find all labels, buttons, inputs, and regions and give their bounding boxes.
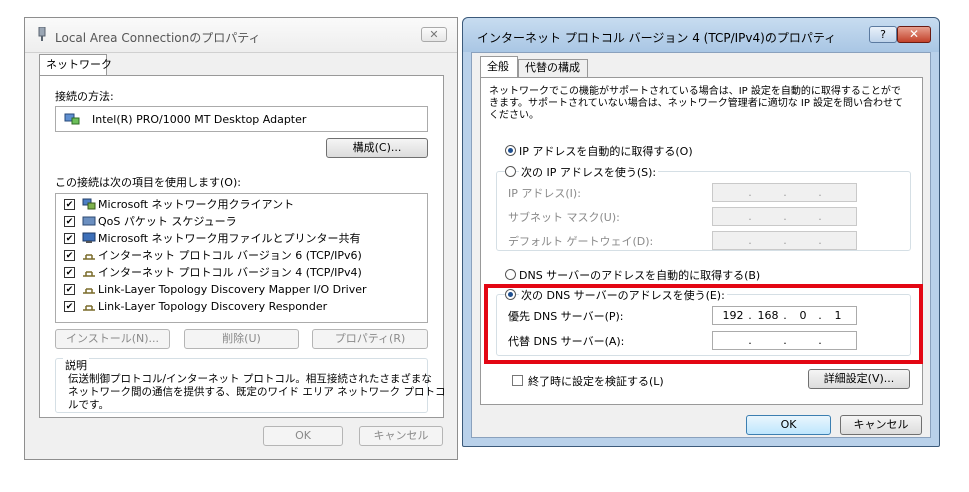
tab-general[interactable]: 全般 (480, 56, 518, 78)
ipv4-client-area: 全般 代替の構成 ネットワークでこの機能がサポートされている場合は、IP 設定を… (471, 52, 931, 438)
item-label: インターネット プロトコル バージョン 4 (TCP/IPv4) (98, 266, 362, 279)
ip-manual-group: 次の IP アドレスを使う(S): IP アドレス(I): . . . サブネッ… (496, 164, 911, 251)
item-label: Microsoft ネットワーク用ファイルとプリンター共有 (98, 232, 361, 245)
dns-auto-radio[interactable] (505, 269, 516, 280)
protocol-icon (83, 271, 95, 277)
components-list[interactable]: Microsoft ネットワーク用クライアント QoS パケット スケジューラ … (55, 193, 428, 323)
network-card-icon (64, 113, 80, 125)
item-checkbox[interactable] (64, 233, 75, 244)
ip-dot: . (783, 210, 787, 223)
ip-address-field: . . . (712, 183, 857, 202)
cancel-button[interactable]: キャンセル (840, 415, 922, 435)
item-checkbox[interactable] (64, 250, 75, 261)
properties-button[interactable]: プロパティ(R) (312, 329, 428, 349)
ip-dot: . (818, 186, 822, 199)
dns-highlight-annotation (484, 284, 923, 364)
validate-checkbox[interactable] (512, 375, 523, 386)
local-area-connection-properties-dialog: Local Area Connectionのプロパティ ✕ ネットワーク 接続の… (24, 17, 458, 460)
network-tab-panel: 接続の方法: Intel(R) PRO/1000 MT Desktop Adap… (39, 75, 446, 418)
protocol-icon (83, 305, 95, 311)
network-adapter-icon (38, 27, 46, 41)
close-icon[interactable]: ✕ (897, 26, 931, 43)
ip-address-label: IP アドレス(I): (508, 187, 581, 200)
item-checkbox[interactable] (64, 216, 75, 227)
items-label: この接続は次の項目を使用します(O): (55, 176, 241, 189)
item-checkbox[interactable] (64, 267, 75, 278)
intro-line-3: ください。 (489, 110, 539, 121)
ipv4-properties-dialog: インターネット プロトコル バージョン 4 (TCP/IPv4)のプロパティ ?… (462, 17, 940, 447)
description-group: 説明 伝送制御プロトコル/インターネット プロトコル。相互接続されたさまざまな … (55, 357, 446, 413)
configure-button[interactable]: 構成(C)... (326, 138, 428, 158)
left-dialog-title: Local Area Connectionのプロパティ (55, 31, 261, 45)
gateway-label: デフォルト ゲートウェイ(D): (508, 235, 654, 248)
right-dialog-title: インターネット プロトコル バージョン 4 (TCP/IPv4)のプロパティ (477, 31, 837, 45)
adapter-name: Intel(R) PRO/1000 MT Desktop Adapter (92, 113, 307, 126)
help-icon[interactable]: ? (869, 26, 897, 43)
item-label: インターネット プロトコル バージョン 6 (TCP/IPv6) (98, 249, 362, 262)
item-checkbox[interactable] (64, 284, 75, 295)
dns-auto-label[interactable]: DNS サーバーのアドレスを自動的に取得する(B) (519, 267, 760, 283)
ip-dot: . (818, 234, 822, 247)
tab-network[interactable]: ネットワーク (39, 54, 112, 76)
protocol-icon (83, 254, 95, 260)
item-checkbox[interactable] (64, 301, 75, 312)
ip-dot: . (748, 234, 752, 247)
description-line-2: ネットワーク間の通信を提供する、既定のワイド エリア ネットワーク プロトコ (68, 386, 446, 398)
intro-line-1: ネットワークでこの機能がサポートされている場合は、IP 設定を自動的に取得するこ… (489, 86, 901, 97)
ip-dot: . (783, 234, 787, 247)
ip-manual-radio[interactable] (505, 166, 516, 177)
description-line-3: ルです。 (68, 399, 109, 411)
service-icon (82, 216, 96, 226)
ip-dot: . (783, 186, 787, 199)
right-title-bar[interactable]: インターネット プロトコル バージョン 4 (TCP/IPv4)のプロパティ ?… (463, 18, 939, 52)
connect-using-label: 接続の方法: (55, 90, 114, 103)
uninstall-button[interactable]: 削除(U) (184, 329, 299, 349)
left-title-bar[interactable]: Local Area Connectionのプロパティ ✕ (25, 18, 457, 53)
gateway-field: . . . (712, 231, 857, 250)
ok-button[interactable]: OK (263, 426, 343, 446)
item-label: QoS パケット スケジューラ (98, 215, 237, 228)
item-label: Microsoft ネットワーク用クライアント (98, 198, 295, 211)
ip-auto-label[interactable]: IP アドレスを自動的に取得する(O) (519, 143, 693, 159)
adapter-field: Intel(R) PRO/1000 MT Desktop Adapter (55, 106, 428, 132)
advanced-button[interactable]: 詳細設定(V)... (808, 369, 910, 389)
ip-auto-radio[interactable] (505, 145, 516, 156)
ip-dot: . (818, 210, 822, 223)
item-label: Link-Layer Topology Discovery Mapper I/O… (98, 283, 367, 296)
protocol-icon (83, 288, 95, 294)
item-label: Link-Layer Topology Discovery Responder (98, 300, 328, 313)
item-checkbox[interactable] (64, 199, 75, 210)
tab-alternate-config[interactable]: 代替の構成 (518, 59, 588, 77)
intro-line-2: きます。サポートされていない場合は、ネットワーク管理者に適切な IP 設定を問い… (489, 98, 904, 109)
ip-manual-label[interactable]: 次の IP アドレスを使う(S): (519, 164, 659, 180)
validate-label[interactable]: 終了時に設定を検証する(L) (528, 373, 664, 389)
file-share-icon (82, 232, 96, 243)
ip-dot: . (748, 186, 752, 199)
client-icon (82, 198, 96, 210)
ip-dot: . (748, 210, 752, 223)
close-icon[interactable]: ✕ (421, 27, 447, 42)
install-button[interactable]: インストール(N)... (55, 329, 170, 349)
ok-button[interactable]: OK (746, 415, 831, 435)
subnet-label: サブネット マスク(U): (508, 211, 620, 224)
subnet-field: . . . (712, 207, 857, 226)
cancel-button[interactable]: キャンセル (359, 426, 443, 446)
